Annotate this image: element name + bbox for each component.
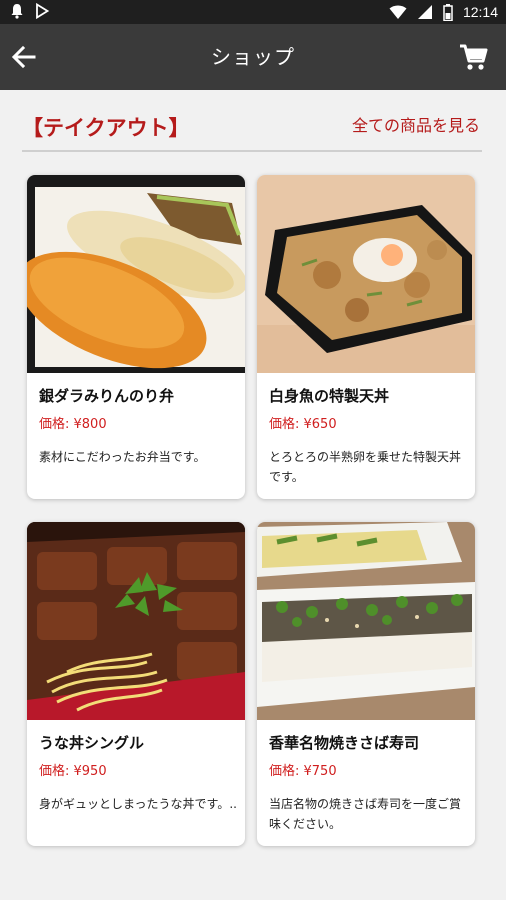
page-title: ショップ xyxy=(211,45,295,69)
product-description: 当店名物の焼きさば寿司を一度ご賞味ください。 xyxy=(269,797,462,831)
product-card[interactable]: 白身魚の特製天丼 価格: ¥650 とろとろの半熟卵を乗せた特製天丼です。 xyxy=(257,175,475,499)
notification-icon xyxy=(11,4,23,19)
play-store-icon xyxy=(36,3,50,19)
clock: 12:14 xyxy=(462,4,498,20)
app-bar: ショップ xyxy=(0,24,506,90)
section-title: 【テイクアウト】 xyxy=(22,116,190,140)
battery-icon xyxy=(443,3,453,21)
product-name: 白身魚の特製天丼 xyxy=(269,387,390,405)
product-description: 身がギュッとしまったうな丼です。.. xyxy=(39,797,237,811)
wifi-icon xyxy=(389,5,407,19)
product-photo xyxy=(257,175,475,373)
product-card[interactable]: 銀ダラみりんのり弁 価格: ¥800 素材にこだわったお弁当です。 xyxy=(27,175,245,499)
section-header: 【テイクアウト】 全ての商品を見る xyxy=(22,110,482,152)
product-name: うな丼シングル xyxy=(39,734,145,752)
status-bar: 12:14 xyxy=(0,0,506,24)
product-photo xyxy=(257,522,475,720)
product-name: 銀ダラみりんのり弁 xyxy=(39,387,175,405)
product-price: 価格: ¥650 xyxy=(269,417,337,432)
signal-icon xyxy=(417,5,432,19)
see-all-products-link[interactable]: 全ての商品を見る xyxy=(352,115,480,137)
product-price: 価格: ¥950 xyxy=(39,764,107,779)
product-card[interactable]: 香華名物焼きさば寿司 価格: ¥750 当店名物の焼きさば寿司を一度ご賞味くださ… xyxy=(257,522,475,846)
product-description: 素材にこだわったお弁当です。 xyxy=(39,450,206,464)
product-price: 価格: ¥800 xyxy=(39,417,107,432)
product-price: 価格: ¥750 xyxy=(269,764,337,779)
product-card[interactable]: うな丼シングル 価格: ¥950 身がギュッとしまったうな丼です。.. xyxy=(27,522,245,846)
product-photo xyxy=(27,175,245,373)
shopping-cart-icon[interactable] xyxy=(458,42,488,72)
product-name: 香華名物焼きさば寿司 xyxy=(269,734,420,752)
product-description: とろとろの半熟卵を乗せた特製天丼です。 xyxy=(269,450,462,484)
product-photo xyxy=(27,522,245,720)
